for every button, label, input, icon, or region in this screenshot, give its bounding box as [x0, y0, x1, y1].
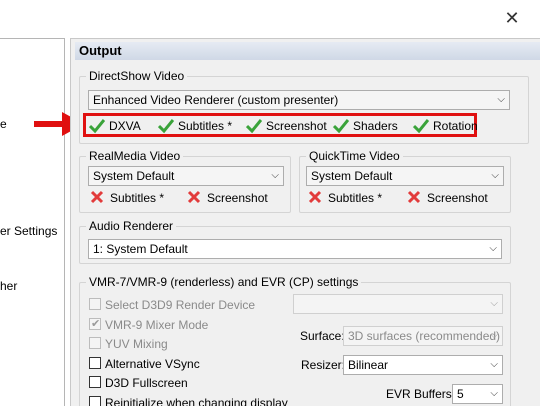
checkmark-icon: ✔	[91, 318, 101, 330]
output-settings-panel: Output DirectShow Video Enhanced Video R…	[70, 38, 540, 406]
directshow-renderer-value: Enhanced Video Renderer (custom presente…	[93, 93, 339, 107]
check-icon	[413, 119, 429, 134]
directshow-legend: DirectShow Video	[86, 69, 188, 83]
quicktime-renderer-select[interactable]: System Default ⌵	[306, 166, 504, 186]
check-icon	[333, 119, 349, 134]
chevron-down-icon: ⌵	[497, 94, 505, 105]
checkbox-box: ✔	[89, 318, 101, 330]
resizer-value: Bilinear	[348, 358, 389, 372]
tree-item-other[interactable]: her	[0, 279, 17, 293]
realmedia-renderer-select[interactable]: System Default ⌵	[88, 166, 284, 186]
chevron-down-icon: ⌵	[271, 170, 279, 181]
surface-value: 3D surfaces (recommended)	[348, 329, 501, 343]
feature-label: Subtitles *	[110, 191, 165, 205]
realmedia-legend: RealMedia Video	[86, 149, 184, 163]
chevron-down-icon: ⌵	[489, 243, 497, 254]
audio-renderer-group: Audio Renderer 1: System Default ⌵	[79, 219, 511, 264]
chevron-down-icon: ⌵	[490, 388, 498, 399]
cross-icon	[90, 190, 104, 204]
d3d9-device-select[interactable]: ⌵	[293, 294, 503, 314]
directshow-renderer-select[interactable]: Enhanced Video Renderer (custom presente…	[88, 90, 510, 110]
cross-icon	[308, 190, 322, 204]
feature-label: Subtitles *	[328, 191, 383, 205]
checkbox-box	[89, 298, 101, 310]
feature-label: Screenshot	[427, 191, 488, 205]
chevron-down-icon: ⌵	[490, 359, 498, 370]
tree-item-playback[interactable]: e	[0, 117, 7, 131]
checkbox-box	[89, 376, 101, 388]
audio-legend: Audio Renderer	[86, 219, 177, 233]
checkbox-box	[89, 357, 101, 369]
audio-renderer-select[interactable]: 1: System Default ⌵	[88, 239, 502, 259]
section-title: Output	[75, 42, 540, 60]
title-bar: ✕	[0, 0, 540, 38]
evr-buffers-select[interactable]: 5 ⌵	[452, 384, 503, 404]
cross-icon	[407, 190, 421, 204]
audio-renderer-value: 1: System Default	[93, 242, 188, 256]
quicktime-renderer-value: System Default	[311, 169, 393, 183]
tree-item-settings[interactable]: er Settings	[0, 224, 57, 238]
feature-label: Subtitles *	[178, 119, 233, 133]
evr-buffers-value: 5	[457, 387, 464, 401]
resizer-select[interactable]: Bilinear ⌵	[343, 355, 503, 375]
check-icon	[246, 119, 262, 134]
checkbox-label: D3D Fullscreen	[105, 376, 188, 390]
checkbox-label: Select D3D9 Render Device	[105, 298, 256, 312]
surface-label: Surface:	[300, 329, 345, 343]
check-icon	[89, 119, 105, 134]
checkbox-label: VMR-9 Mixer Mode	[105, 318, 209, 332]
chevron-down-icon: ⌵	[491, 170, 499, 181]
realmedia-renderer-value: System Default	[93, 169, 175, 183]
quicktime-legend: QuickTime Video	[306, 149, 403, 163]
feature-label: Shaders	[353, 119, 398, 133]
chevron-down-icon: ⌵	[490, 330, 498, 341]
check-icon	[158, 119, 174, 134]
cross-icon	[187, 190, 201, 204]
evr-buffers-label: EVR Buffers:	[386, 387, 456, 401]
checkbox-label: YUV Mixing	[105, 337, 168, 351]
checkbox-box	[89, 337, 101, 349]
vmr-legend: VMR-7/VMR-9 (renderless) and EVR (CP) se…	[86, 275, 362, 289]
resizer-label: Resizer:	[301, 358, 346, 372]
options-tree: e er Settings her	[0, 38, 65, 406]
feature-label: DXVA	[109, 119, 141, 133]
feature-label: Rotation	[433, 119, 478, 133]
feature-label: Screenshot	[207, 191, 268, 205]
feature-label: Screenshot	[266, 119, 327, 133]
checkbox-label: Alternative VSync	[105, 357, 200, 371]
chevron-down-icon: ⌵	[490, 298, 498, 309]
close-icon[interactable]: ✕	[500, 6, 524, 30]
surface-select[interactable]: 3D surfaces (recommended) ⌵	[343, 326, 503, 346]
